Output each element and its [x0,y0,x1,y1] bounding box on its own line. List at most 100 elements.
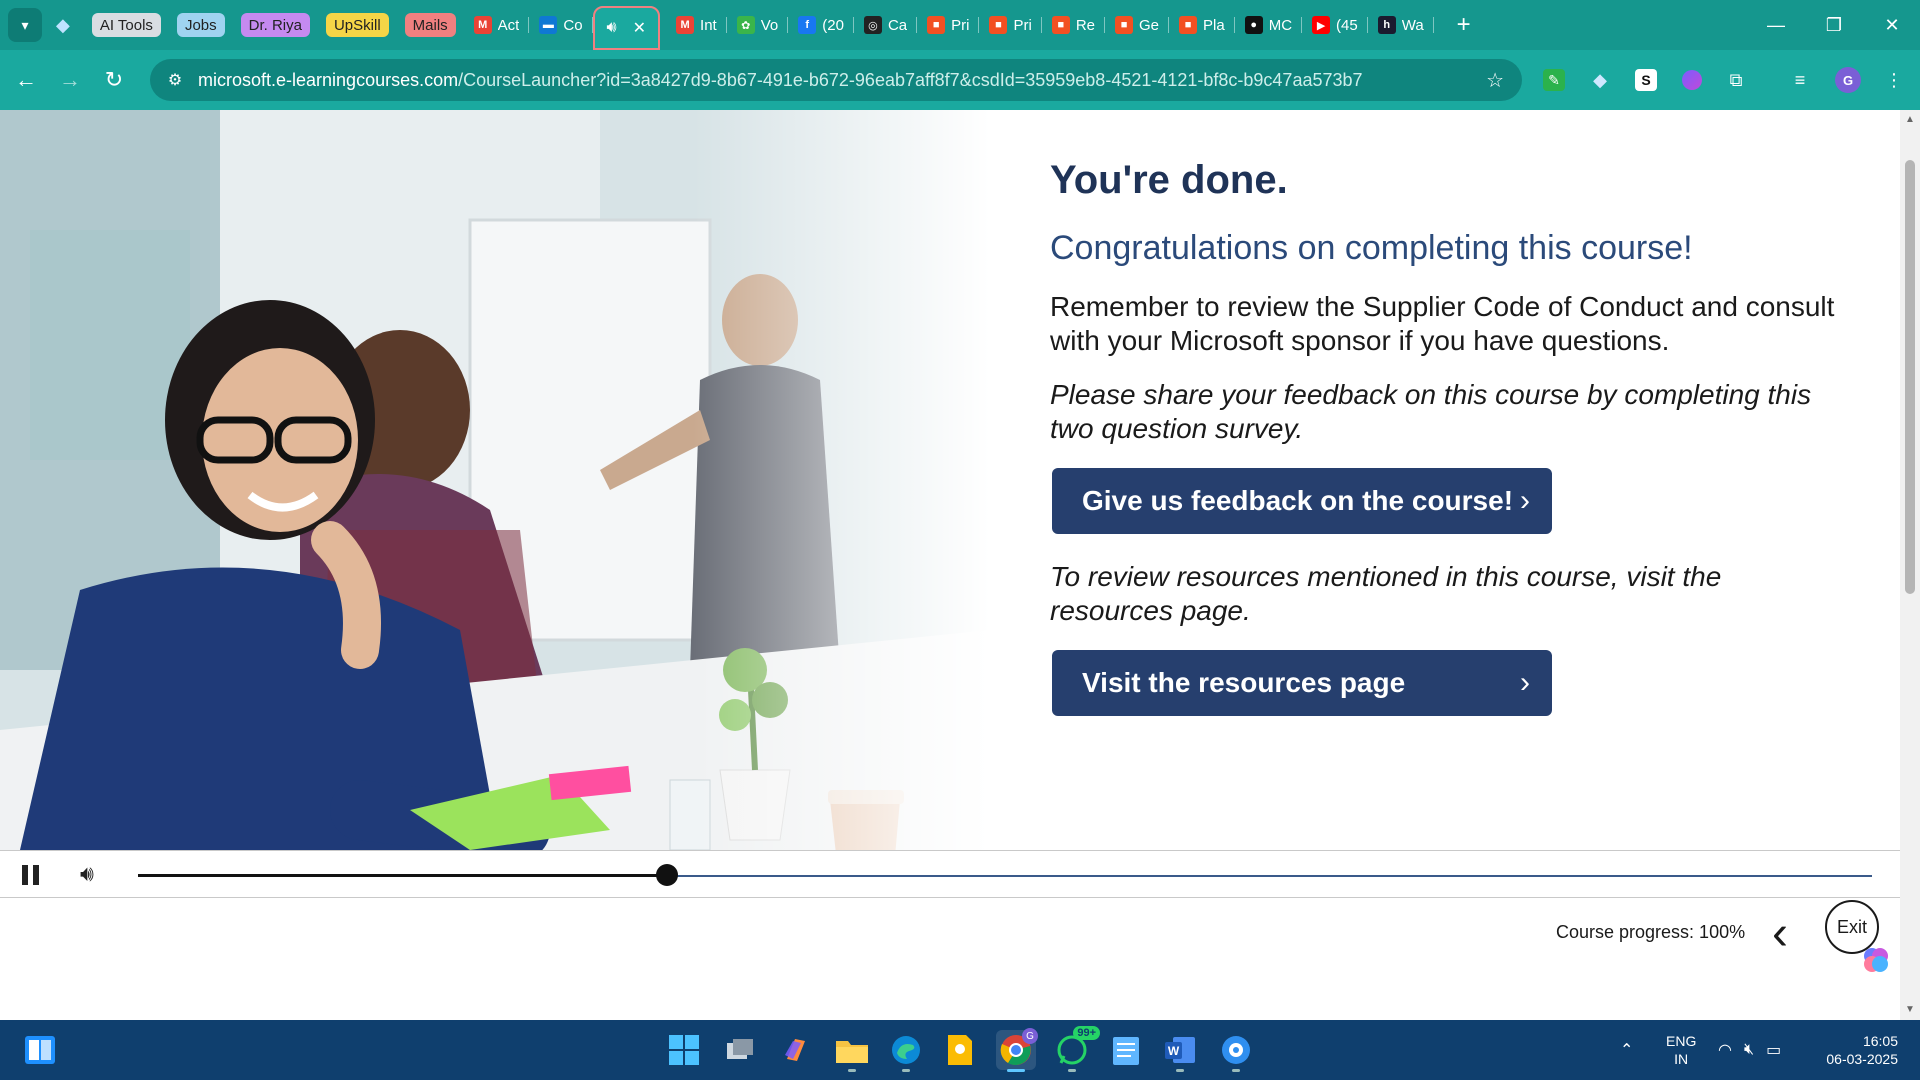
tab-title: Int [700,16,717,34]
back-button[interactable]: ← [6,60,46,100]
running-indicator [1176,1069,1184,1072]
close-window-button[interactable]: ✕ [1864,0,1920,50]
browser-tab[interactable]: ■ Pri [917,9,980,41]
volume-button[interactable]: 🔊︎ [80,861,94,887]
browser-tab[interactable]: ✿ Vo [727,9,789,41]
notepad-button[interactable] [1106,1030,1146,1070]
tab-title: (20 [822,16,844,34]
battery-icon: ▭ [1766,1042,1782,1059]
feedback-button[interactable]: Give us feedback on the course! › [1052,468,1552,534]
pause-button[interactable] [22,865,42,885]
screen-capture-button[interactable] [1216,1030,1256,1072]
browser-tab[interactable]: ■ Pla [1169,9,1235,41]
quick-settings[interactable]: ◠ 🔇︎ ▭ [1718,1020,1781,1080]
minimize-button[interactable]: — [1748,0,1804,50]
browser-tab[interactable]: ▶ (45 [1302,9,1368,41]
restore-button[interactable]: ❐ [1806,0,1862,50]
edge-icon [892,1036,920,1064]
reload-button[interactable]: ↻ [94,60,134,100]
extension-orb[interactable] [1672,60,1712,100]
tab-group-chip[interactable]: Mails [404,13,456,37]
browser-tab[interactable]: ● MC [1235,9,1303,41]
site-info-icon[interactable]: ⚙ [162,67,188,93]
task-view-button[interactable] [720,1030,760,1070]
chevron-up-icon: ⌃ [1620,1042,1634,1059]
course-completion-photo [0,110,990,850]
chrome-profile-badge: G [1022,1028,1038,1044]
browser-menu-button[interactable]: ⋮ [1874,60,1914,100]
speaker-icon[interactable]: 🔊︎ [607,19,617,37]
running-indicator [1232,1069,1240,1072]
url-text[interactable]: microsoft.e-learningcourses.com/CourseLa… [198,70,1363,91]
scroll-thumb[interactable] [1905,160,1915,594]
congratulations-subtitle: Congratulations on completing this cours… [1050,229,1693,267]
tab-group-chip[interactable]: UpSkill [325,13,389,37]
language-indicator[interactable]: ENG IN [1666,1020,1696,1080]
running-indicator [848,1069,856,1072]
tab-group-chip[interactable]: AI Tools [91,13,161,37]
gemini-pinned-tab[interactable]: ◆ [42,9,84,41]
url-host: microsoft.e-learningcourses.com [198,69,459,90]
brain-icon[interactable] [1862,946,1890,974]
browser-tab[interactable]: ▬ Co [529,9,593,41]
file-explorer-button[interactable] [832,1030,872,1072]
seek-thumb[interactable] [655,864,678,886]
media-control-button[interactable]: ≡ [1780,60,1820,100]
widgets-icon [25,1036,55,1064]
tab-search-dropdown[interactable]: ▾ [8,8,42,42]
reload-icon: ↻ [104,67,124,92]
pause-icon [22,865,28,885]
tab-group-chip[interactable]: Jobs [176,13,225,37]
youtube-icon: ▶ [1312,16,1331,34]
word-button[interactable]: W [1160,1030,1200,1072]
browser-tab[interactable]: ■ Ge [1105,9,1170,41]
clock[interactable]: 16:05 06-03-2025 [1818,1020,1898,1080]
chrome-button[interactable]: G [996,1028,1038,1072]
more-vertical-icon: ⋮ [1885,69,1903,90]
page-scrollbar[interactable]: ▲ ▼ [1900,110,1920,1020]
gem-icon: ◆ [56,14,70,35]
microsoft-icon: ■ [1115,16,1134,34]
course-page: You're done. Congratulations on completi… [0,110,1900,1020]
forward-button[interactable]: → [50,60,90,100]
previous-button[interactable]: ‹ [1772,906,1788,961]
keep-notes-button[interactable] [940,1030,980,1070]
browser-tab[interactable]: h Wa [1368,9,1434,41]
profile-button[interactable]: G [1828,60,1868,100]
running-indicator [902,1069,910,1072]
browser-tab[interactable]: ■ Re [1042,9,1106,41]
tab-title: Ca [887,16,908,34]
windows-taskbar: G 99+ W ⌃ ENG IN ◠ 🔇︎ ▭ 16:05 06-03-2025 [0,1020,1920,1080]
scroll-up-icon[interactable]: ▲ [1905,114,1915,125]
extension-s[interactable]: S [1626,60,1666,100]
orb-icon [1682,70,1702,90]
word-icon: W [1165,1037,1195,1063]
bookmark-star-icon[interactable]: ☆ [1486,68,1504,93]
widgets-button[interactable] [20,1030,60,1070]
close-tab-icon[interactable]: ✕ [633,18,646,38]
speaker-icon: 🔊︎ [80,861,94,886]
resources-button[interactable]: Visit the resources page › [1052,650,1552,716]
browser-tab[interactable]: ■ Pri [979,9,1043,41]
folder-icon [836,1041,868,1063]
extension-green[interactable]: ✎ [1534,60,1574,100]
microsoft-icon: ■ [1179,16,1198,34]
extension-gem[interactable]: ◆ [1580,60,1620,100]
edge-button[interactable] [886,1030,926,1072]
scroll-down-icon[interactable]: ▼ [1905,1004,1915,1015]
browser-tab[interactable]: M Int [666,9,727,41]
tray-overflow-button[interactable]: ⌃ [1620,1020,1633,1080]
active-tab[interactable]: 🔊︎ ✕ [592,6,661,50]
tab-title: Pla [1203,16,1225,34]
new-tab-button[interactable]: + [1448,9,1480,41]
start-button[interactable] [664,1030,704,1070]
browser-tab[interactable]: M Act [464,9,530,41]
chatgpt-icon: ◎ [863,16,882,34]
copilot-button[interactable] [776,1030,816,1070]
browser-tab[interactable]: f (20 [788,9,854,41]
tab-group-chip[interactable]: Dr. Riya [240,13,310,37]
whatsapp-button[interactable]: 99+ [1052,1026,1100,1072]
extensions-button[interactable]: ⧉ [1716,60,1756,100]
address-bar[interactable]: ⚙ microsoft.e-learningcourses.com/Course… [150,59,1522,101]
browser-tab[interactable]: ◎ Ca [854,9,918,41]
